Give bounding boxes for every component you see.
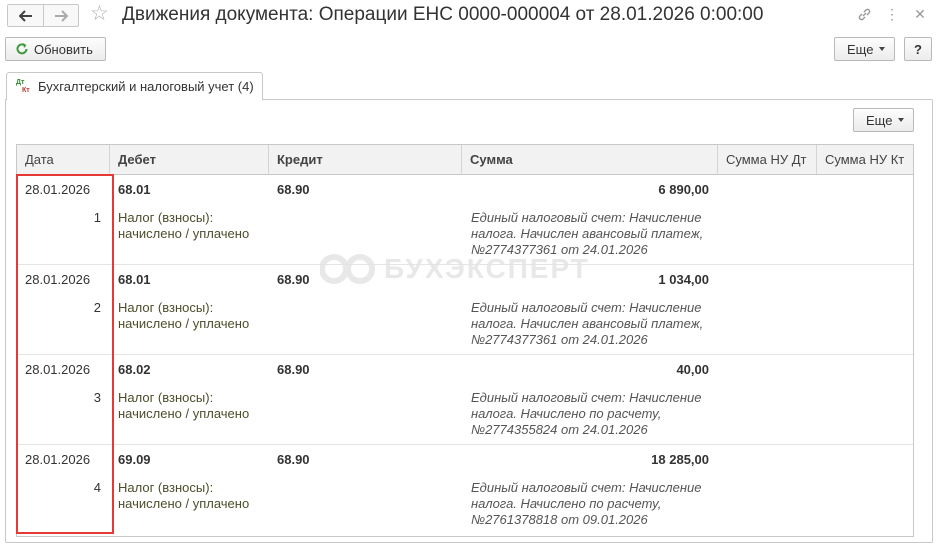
row-content-line-3: №2774377361 от 24.01.2026 [471,332,648,347]
row-content-line-1: Единый налоговый счет: Начисление [471,300,702,315]
row-content-line-1: Единый налоговый счет: Начисление [471,390,702,405]
more-button[interactable]: Еще [834,37,895,61]
row-date: 28.01.2026 [25,272,91,287]
help-label: ? [914,41,922,57]
more-label: Еще [847,41,874,57]
row-credit-account: 68.90 [277,272,310,287]
tab-label: Бухгалтерский и налоговый учет (4) [38,79,254,94]
row-date: 28.01.2026 [25,362,91,377]
postings-table: Дата Дебет Кредит Сумма Сумма НУ Дт Сумм… [16,144,914,537]
row-content-line-2: налога. Начислен авансовый платеж, [471,226,704,241]
forward-arrow-icon [55,9,68,22]
row-content-line-3: №2774355824 от 24.01.2026 [471,422,648,437]
help-button[interactable]: ? [904,37,932,61]
row-content-line-2: налога. Начислен авансовый платеж, [471,316,704,331]
row-credit-account: 68.90 [277,362,310,377]
panel-more-label: Еще [866,112,893,128]
tab-accounting-tax[interactable]: Дт Кт Бухгалтерский и налоговый учет (4) [6,72,263,100]
column-header-date[interactable]: Дата [17,145,110,174]
row-debit-subconto-1: Налог (взносы): [118,210,214,225]
row-number: 1 [93,210,101,225]
row-debit-subconto-2: начислено / уплачено [118,406,250,421]
column-header-amount[interactable]: Сумма [462,145,718,174]
row-content-line-2: налога. Начислено по расчету, [471,406,662,421]
kebab-menu-icon[interactable]: ⋮ [884,6,900,22]
forward-button[interactable] [43,5,78,26]
back-arrow-icon [18,9,32,22]
refresh-label: Обновить [34,41,93,57]
row-number: 3 [93,390,101,405]
row-amount: 6 890,00 [658,182,709,197]
column-header-tax-amount-credit[interactable]: Сумма НУ Кт [817,145,913,174]
row-debit-subconto-2: начислено / уплачено [118,226,250,241]
row-amount: 1 034,00 [658,272,709,287]
row-debit-subconto-1: Налог (взносы): [118,300,214,315]
row-content-line-1: Единый налоговый счет: Начисление [471,480,702,495]
panel-more-button[interactable]: Еще [853,108,914,132]
row-debit-account: 69.09 [118,452,151,467]
link-icon[interactable] [856,6,872,22]
table-row[interactable]: 28.01.2026 3 68.02 Налог (взносы): начис… [17,355,913,445]
row-number: 4 [93,480,101,495]
row-credit-account: 68.90 [277,452,310,467]
row-debit-subconto-2: начислено / уплачено [118,316,250,331]
table-header: Дата Дебет Кредит Сумма Сумма НУ Дт Сумм… [17,145,913,175]
row-debit-account: 68.02 [118,362,151,377]
row-debit-subconto-1: Налог (взносы): [118,480,214,495]
row-amount: 18 285,00 [651,452,709,467]
title-bar: ☆ Движения документа: Операции ЕНС 0000-… [0,0,938,30]
debit-icon-text: Дт [16,78,25,86]
row-content-line-2: налога. Начислено по расчету, [471,496,662,511]
table-row[interactable]: 28.01.2026 4 69.09 Налог (взносы): начис… [17,445,913,535]
favorite-star-icon[interactable]: ☆ [90,3,109,25]
row-content-line-1: Единый налоговый счет: Начисление [471,210,702,225]
row-debit-account: 68.01 [118,182,151,197]
credit-icon-text: Кт [22,86,30,94]
table-row[interactable]: 28.01.2026 2 68.01 Налог (взносы): начис… [17,265,913,355]
column-header-debit[interactable]: Дебет [110,145,269,174]
row-date: 28.01.2026 [25,452,91,467]
row-date: 28.01.2026 [25,182,91,197]
debit-credit-icon: Дт Кт [16,79,32,95]
chevron-down-icon [898,118,905,122]
column-header-tax-amount-debit[interactable]: Сумма НУ Дт [718,145,817,174]
refresh-icon [15,42,29,59]
row-debit-subconto-2: начислено / уплачено [118,496,250,511]
row-number: 2 [93,300,101,315]
row-credit-account: 68.90 [277,182,310,197]
back-button[interactable] [8,5,43,26]
close-icon[interactable]: ✕ [912,6,928,22]
row-debit-subconto-1: Налог (взносы): [118,390,214,405]
window-controls: ⋮ ✕ [856,6,928,22]
column-header-credit[interactable]: Кредит [269,145,462,174]
chevron-down-icon [879,47,886,51]
window-title: Движения документа: Операции ЕНС 0000-00… [122,4,764,25]
row-content-line-3: №2761378818 от 09.01.2026 [471,512,648,527]
refresh-button[interactable]: Обновить [5,37,106,61]
row-amount: 40,00 [676,362,709,377]
table-row[interactable]: 28.01.2026 1 68.01 Налог (взносы): начис… [17,175,913,265]
row-debit-account: 68.01 [118,272,151,287]
navigation-buttons [7,4,79,27]
row-content-line-3: №2774377361 от 24.01.2026 [471,242,648,257]
